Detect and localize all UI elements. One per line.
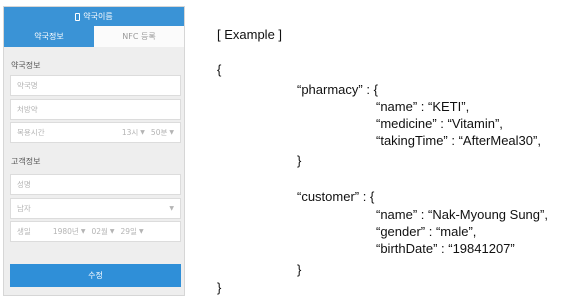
year-select[interactable]: 1980년 ▼ [53,226,86,237]
customer-name-field[interactable]: 성명 [10,174,181,195]
gender-value: 남자 [17,204,31,213]
chevron-down-icon: ▼ [109,228,115,235]
example-heading: [ Example ] [217,27,283,42]
submit-button[interactable]: 수정 [10,264,181,287]
customer-birth-line: “birthDate” : “19841207” [376,241,515,256]
customer-gender-line: “gender” : “male”, [376,224,477,239]
pharmacy-section-label: 약국정보 [11,61,41,70]
chevron-down-icon: ▼ [138,228,144,235]
chevron-down-icon: ▼ [140,129,145,136]
minute-select[interactable]: 50분 ▼ [151,127,174,138]
pharmacy-key-line: “pharmacy” : { [297,82,378,97]
chevron-down-icon: ▼ [169,205,174,212]
gender-select[interactable]: 남자 ▼ [10,198,181,219]
phone-icon [75,12,81,21]
tab-bar: 약국정보 NFC 등록 [4,26,184,47]
tab-pharmacy-info[interactable]: 약국정보 [4,26,94,47]
chevron-down-icon: ▼ [80,228,86,235]
taking-time-row: 복용시간 13시 ▼ 50분 ▼ [10,122,181,143]
pharmacy-taking-time-line: “takingTime” : “AfterMeal30”, [376,133,541,148]
medicine-field[interactable]: 처방약 [10,99,181,120]
birth-date-label: 생일 [17,227,31,236]
example-open-brace: { [217,62,222,77]
app-title: 약국이름 [83,12,113,21]
phone-screen: 약국이름 약국정보 NFC 등록 약국정보 약국명 처방약 복용시간 13시 ▼ … [3,6,185,296]
pharmacy-medicine-line: “medicine” : “Vitamin”, [376,116,503,131]
example-close-brace: } [217,280,222,295]
customer-name-line: “name” : “Nak-Myoung Sung”, [376,207,548,222]
chevron-down-icon: ▼ [169,129,174,136]
pharmacy-close-brace: } [297,153,302,168]
medicine-placeholder: 처방약 [17,105,38,114]
customer-key-line: “customer” : { [297,189,375,204]
app-titlebar: 약국이름 [4,7,184,26]
pharmacy-name-line: “name” : “KETI”, [376,99,470,114]
birth-date-row: 생일 1980년 ▼ 02월 ▼ 29일 ▼ [10,221,181,242]
day-select[interactable]: 29일 ▼ [121,226,144,237]
pharmacy-name-placeholder: 약국명 [17,81,38,90]
customer-section-label: 고객정보 [11,157,41,166]
month-select[interactable]: 02월 ▼ [91,226,114,237]
tab-nfc-register[interactable]: NFC 등록 [94,26,184,47]
hour-select[interactable]: 13시 ▼ [122,127,145,138]
customer-close-brace: } [297,262,302,277]
taking-time-label: 복용시간 [17,128,45,137]
pharmacy-name-field[interactable]: 약국명 [10,75,181,96]
customer-name-placeholder: 성명 [17,180,31,189]
